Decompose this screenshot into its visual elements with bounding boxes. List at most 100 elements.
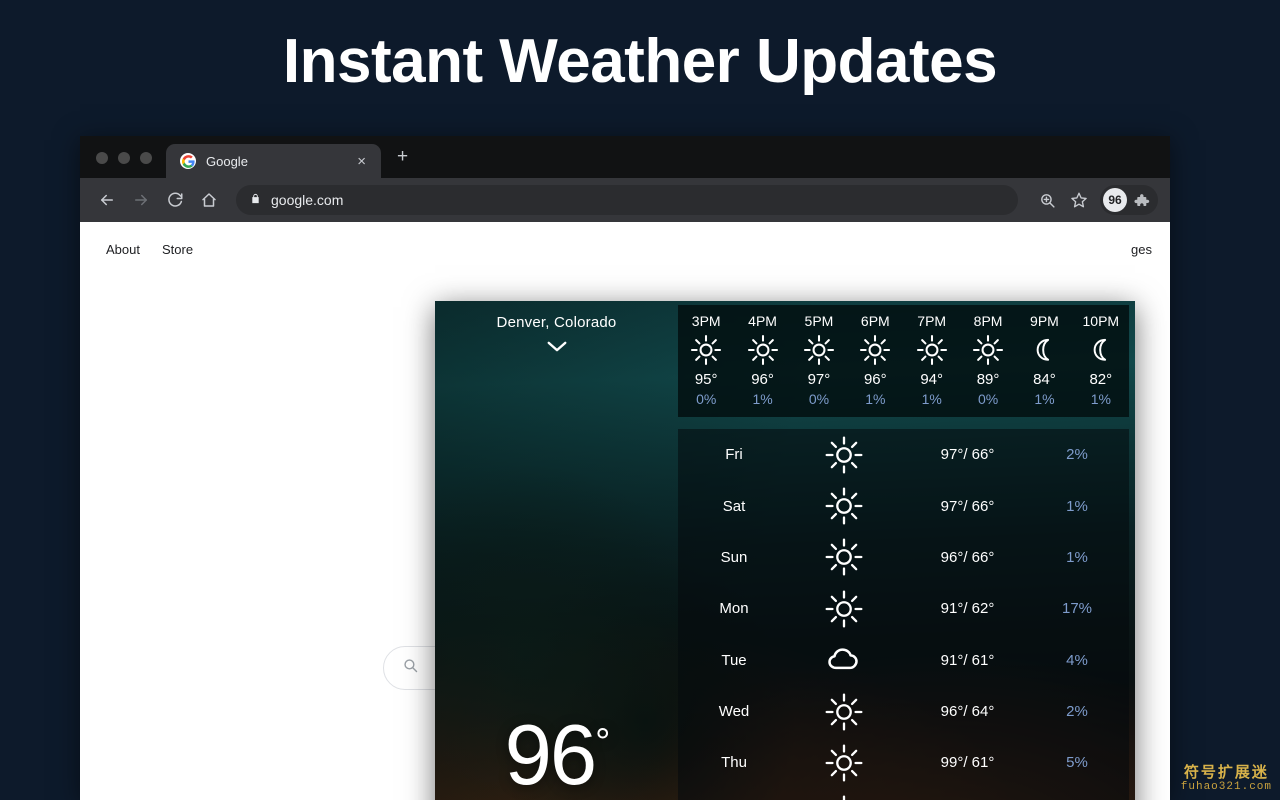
day-name: Fri [725,446,743,464]
sun-icon [847,331,903,369]
address-bar-url: google.com [271,192,344,208]
day-temperature-range: 96°/ 64° [940,703,995,721]
browser-toolbar: google.com 96 [80,178,1170,222]
hour-precip: 0% [977,391,999,407]
daily-row[interactable]: Tue 91°/ 61° 4% [678,635,1129,686]
watermark-en: fuhao321.com [1180,781,1272,794]
sun-icon [791,331,847,369]
hourly-item[interactable]: 8PM 89° 0% [960,313,1016,407]
day-precip: 1% [1066,548,1088,566]
toolbar-right-actions: 96 [1032,185,1158,215]
day-name: Tue [721,651,747,669]
puzzle-icon[interactable] [1127,186,1155,214]
day-name: Sat [722,497,746,515]
back-icon[interactable] [92,185,122,215]
maximize-window-dot[interactable] [140,152,152,164]
popup-left-panel: Denver, Colorado 96° Clear [435,301,678,800]
day-name: Mon [719,600,749,618]
sun-icon [784,691,904,733]
lock-icon [250,192,261,208]
hour-precip: 1% [752,391,773,407]
hour-temperature: 89° [976,371,1000,388]
current-temperature: 96° [435,713,678,798]
home-icon[interactable] [194,185,224,215]
daily-row[interactable]: Fri 96°/ 65° 10% [678,789,1129,800]
new-tab-button[interactable]: + [381,147,418,178]
chevron-down-icon[interactable] [546,340,568,358]
page-title: Instant Weather Updates [282,27,998,96]
current-conditions: 96° Clear [435,713,678,800]
day-temperature-range: 91°/ 62° [940,600,995,618]
window-controls[interactable] [80,152,166,178]
sun-icon [784,588,904,630]
sun-icon [678,331,734,369]
link-store[interactable]: Store [162,242,193,257]
day-precip: 5% [1066,754,1088,772]
hourly-item[interactable]: 5PM 97° 0% [791,313,847,407]
google-homepage: About Store ges Denver, Colorado 96° 3PM… [80,222,1170,800]
daily-row[interactable]: Thu 99°/ 61° 5% [678,737,1129,788]
link-about[interactable]: About [106,242,140,257]
day-precip: 4% [1066,651,1088,669]
search-icon [402,657,419,679]
sun-icon [734,331,790,369]
star-icon[interactable] [1064,185,1094,215]
sun-icon [960,331,1016,369]
address-bar[interactable]: google.com [236,185,1018,215]
forward-icon[interactable] [126,185,156,215]
day-name: Wed [718,703,750,721]
current-temperature-value: 96 [504,707,598,800]
zoom-in-icon[interactable] [1032,185,1062,215]
popup-right-panel: 3PM 95° 0% 4PM 96° 1% 5PM 97° 0% 6PM 96°… [678,301,1135,800]
extension-group[interactable]: 96 [1100,185,1158,215]
day-temperature-range: 96°/ 66° [940,548,995,566]
day-temperature-range: 91°/ 61° [940,651,995,669]
close-window-dot[interactable] [96,152,108,164]
daily-row[interactable]: Sun 96°/ 66° 1% [678,532,1129,583]
link-images[interactable]: ges [1131,242,1152,257]
hour-temperature: 82° [1089,371,1113,388]
hour-precip: 0% [696,391,717,407]
sun-icon [784,434,904,476]
browser-window: Google × + google.com 96 About Store ges… [80,136,1170,800]
minimize-window-dot[interactable] [118,152,130,164]
hourly-item[interactable]: 3PM 95° 0% [678,313,734,407]
daily-row[interactable]: Wed 96°/ 64° 2% [678,686,1129,737]
reload-icon[interactable] [160,185,190,215]
weather-extension-badge[interactable]: 96 [1103,188,1127,212]
hour-temperature: 96° [863,371,887,388]
degree-symbol: ° [595,721,610,764]
sun-icon [784,793,904,800]
hourly-item[interactable]: 10PM 82° 1% [1073,313,1129,407]
hour-temperature: 95° [694,371,718,388]
hour-temperature: 94° [920,371,944,388]
hourly-item[interactable]: 4PM 96° 1% [734,313,790,407]
day-precip: 1% [1066,497,1088,515]
tab-google[interactable]: Google × [166,144,381,178]
day-name: Thu [721,754,747,772]
daily-row[interactable]: Sat 97°/ 66° 1% [678,480,1129,531]
weather-extension-popup: Denver, Colorado 96° Clear [435,301,1135,800]
day-temperature-range: 97°/ 66° [940,446,995,464]
daily-forecast: Fri 97°/ 66° 2% Sat 97°/ 66° 1% Sun 96°/… [678,429,1129,800]
hourly-item[interactable]: 6PM 96° 1% [847,313,903,407]
day-precip: 17% [1061,600,1093,618]
watermark-cn: 符号扩展迷 [1183,764,1269,782]
location-name[interactable]: Denver, Colorado [497,314,617,331]
hour-precip: 1% [1034,391,1055,407]
daily-row[interactable]: Fri 97°/ 66° 2% [678,429,1129,480]
moon-icon [1016,331,1072,369]
daily-row[interactable]: Mon 91°/ 62° 17% [678,583,1129,634]
hour-temperature: 97° [807,371,831,388]
watermark: 符号扩展迷 fuhao321.com [1181,764,1272,794]
hour-time: 4PM [748,313,777,329]
cloud-icon [784,639,904,681]
hourly-item[interactable]: 9PM 84° 1% [1016,313,1072,407]
close-tab-icon[interactable]: × [354,152,369,171]
hour-time: 6PM [860,313,890,329]
hour-temperature: 84° [1033,371,1056,388]
sun-icon [784,536,904,578]
hour-time: 10PM [1082,313,1120,329]
hourly-item[interactable]: 7PM 94° 1% [904,313,960,407]
google-icon [180,153,196,169]
